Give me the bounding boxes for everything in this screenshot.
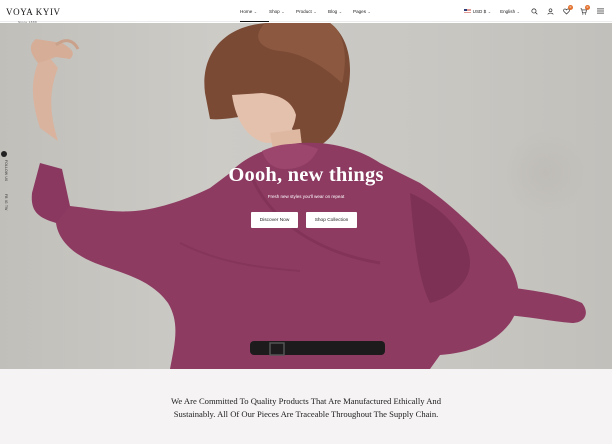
social-sidebar: FOLLOW US FB IG TW bbox=[1, 151, 8, 223]
cart-count-badge: 0 bbox=[585, 5, 590, 10]
shop-collection-button[interactable]: Shop Collection bbox=[306, 212, 357, 228]
nav-item-shop[interactable]: Shop ⌄ bbox=[269, 0, 296, 22]
chevron-down-icon: ⌄ bbox=[367, 8, 371, 14]
nav-item-label: Blog bbox=[328, 8, 338, 14]
chevron-down-icon: ⌄ bbox=[253, 8, 258, 14]
wishlist-count-badge: 0 bbox=[568, 5, 573, 10]
menu-icon[interactable] bbox=[596, 7, 604, 15]
brand-logo[interactable]: VOYA KYIV Since 1888 bbox=[6, 3, 61, 24]
search-icon[interactable] bbox=[530, 7, 538, 15]
nav-item-blog[interactable]: Blog ⌄ bbox=[328, 0, 353, 22]
language-selector[interactable]: English ⌄ bbox=[500, 9, 520, 14]
flag-us-icon bbox=[463, 8, 471, 14]
chevron-down-icon: ⌄ bbox=[281, 8, 285, 14]
nav-item-label: Pages bbox=[353, 8, 367, 14]
user-icon[interactable] bbox=[546, 7, 554, 15]
main-nav: Home ⌄ Shop ⌄ Product ⌄ Blog ⌄ Pages ⌄ bbox=[240, 0, 377, 22]
nav-item-label: Home bbox=[240, 8, 253, 14]
chevron-down-icon: ⌄ bbox=[313, 8, 317, 14]
nav-item-product[interactable]: Product ⌄ bbox=[296, 0, 328, 22]
currency-label: USD $ bbox=[472, 8, 487, 14]
site-header: VOYA KYIV Since 1888 Home ⌄ Shop ⌄ Produ… bbox=[0, 0, 612, 24]
currency-selector[interactable]: USD $ ⌄ bbox=[463, 8, 492, 14]
social-dot-icon[interactable] bbox=[1, 151, 7, 157]
chevron-down-icon: ⌄ bbox=[338, 8, 343, 14]
nav-item-pages[interactable]: Pages ⌄ bbox=[353, 0, 377, 22]
nav-item-label: Shop bbox=[269, 8, 280, 14]
mission-statement: We Are Committed To Quality Products Tha… bbox=[171, 396, 441, 419]
hero-subtitle: Fresh new styles you'll wear on repeat bbox=[267, 194, 345, 199]
nav-item-home[interactable]: Home ⌄ bbox=[240, 0, 269, 22]
chevron-down-icon: ⌄ bbox=[516, 8, 520, 14]
mission-section: We Are Committed To Quality Products Tha… bbox=[0, 369, 612, 444]
language-label: English bbox=[500, 8, 516, 14]
discover-now-button[interactable]: Discover Now bbox=[251, 212, 298, 228]
hero-banner: FOLLOW US FB IG TW Oooh, new things Fres… bbox=[0, 23, 612, 369]
wishlist-button[interactable]: 0 bbox=[562, 5, 573, 15]
nav-item-label: Product bbox=[296, 8, 312, 14]
logo-text: VOYA KYIV bbox=[6, 7, 61, 17]
hero-title: Oooh, new things bbox=[228, 164, 384, 186]
cart-button[interactable]: 0 bbox=[579, 5, 590, 15]
header-tools: USD $ ⌄ English ⌄ 0 0 bbox=[463, 0, 604, 22]
chevron-down-icon: ⌄ bbox=[487, 8, 492, 14]
